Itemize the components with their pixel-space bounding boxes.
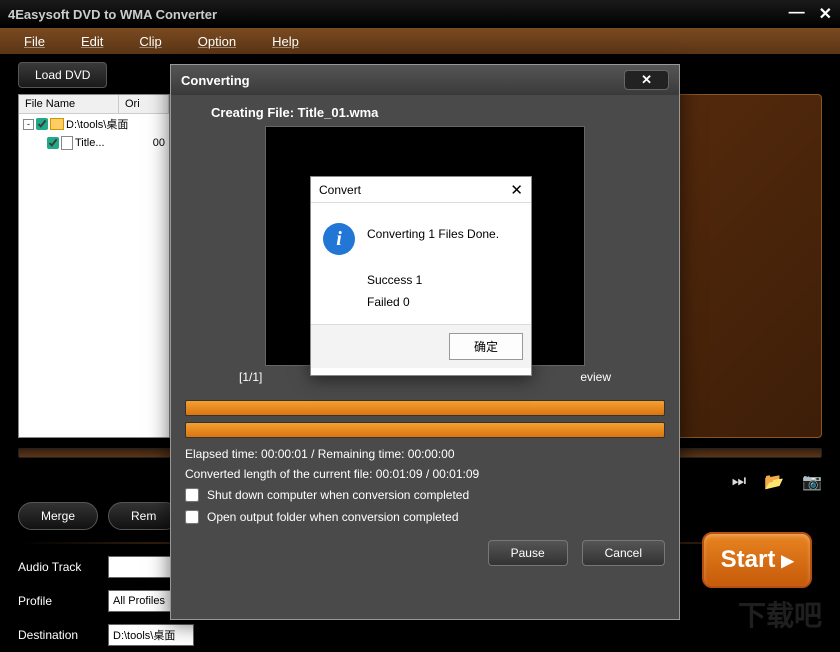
app-title: 4Easysoft DVD to WMA Converter xyxy=(8,7,217,22)
profile-label: Profile xyxy=(18,594,98,608)
alert-message: Converting 1 Files Done. Success 1 Faile… xyxy=(367,223,499,314)
menubar: File Edit Clip Option Help xyxy=(0,28,840,54)
open-folder-icon[interactable]: 📂 xyxy=(764,472,784,492)
alert-title: Convert xyxy=(319,183,361,197)
file-row-parent[interactable]: - D:\tools\桌面 xyxy=(19,114,169,134)
overall-progress-bar xyxy=(185,400,665,416)
minimize-button[interactable]: — xyxy=(789,4,805,24)
alert-dialog: Convert ✕ i Converting 1 Files Done. Suc… xyxy=(310,176,532,376)
file-list-header: File Name Ori xyxy=(19,95,169,114)
menu-clip[interactable]: Clip xyxy=(139,34,161,49)
file-progress-bar xyxy=(185,422,665,438)
file-label: Title... xyxy=(75,137,105,149)
menu-option[interactable]: Option xyxy=(198,34,236,49)
pause-button[interactable]: Pause xyxy=(488,540,568,566)
converting-titlebar: Converting ✕ xyxy=(171,65,679,95)
start-button[interactable]: Start ▸ xyxy=(702,532,812,588)
creating-file-label: Creating File: Title_01.wma xyxy=(211,101,639,126)
audio-track-label: Audio Track xyxy=(18,560,98,574)
file-checkbox[interactable] xyxy=(36,118,48,130)
converting-title: Converting xyxy=(181,73,250,88)
merge-button[interactable]: Merge xyxy=(18,502,98,530)
alert-titlebar: Convert ✕ xyxy=(311,177,531,203)
file-label: D:\tools\桌面 xyxy=(66,116,128,132)
play-icon: ▸ xyxy=(781,546,793,575)
ok-button[interactable]: 确定 xyxy=(449,333,523,360)
converting-close-button[interactable]: ✕ xyxy=(624,70,669,90)
menu-edit[interactable]: Edit xyxy=(81,34,103,49)
cancel-button[interactable]: Cancel xyxy=(582,540,665,566)
shutdown-checkbox-row[interactable]: Shut down computer when conversion compl… xyxy=(171,484,679,506)
folder-icon xyxy=(50,118,64,130)
window-controls: — ✕ xyxy=(789,4,832,24)
file-icon xyxy=(61,136,73,150)
alert-footer: 确定 xyxy=(311,324,531,368)
file-row-child[interactable]: Title... 00 xyxy=(19,134,169,152)
remove-button[interactable]: Rem xyxy=(108,502,179,530)
converting-buttons: Pause Cancel xyxy=(171,528,679,578)
open-folder-checkbox[interactable] xyxy=(185,510,199,524)
destination-input[interactable] xyxy=(108,624,194,646)
menu-help[interactable]: Help xyxy=(272,34,299,49)
menu-file[interactable]: File xyxy=(24,34,45,49)
load-dvd-button[interactable]: Load DVD xyxy=(18,62,107,88)
file-list-panel: File Name Ori - D:\tools\桌面 Title... 00 xyxy=(18,94,170,438)
destination-label: Destination xyxy=(18,628,98,642)
elapsed-time-label: Elapsed time: 00:00:01 / Remaining time:… xyxy=(171,444,679,464)
snapshot-icon[interactable]: 📷 xyxy=(802,472,822,492)
col-orig[interactable]: Ori xyxy=(119,95,169,113)
destination-row: Destination xyxy=(0,618,840,652)
close-button[interactable]: ✕ xyxy=(819,4,832,24)
shutdown-checkbox[interactable] xyxy=(185,488,199,502)
open-folder-checkbox-row[interactable]: Open output folder when conversion compl… xyxy=(171,506,679,528)
preview-label: eview xyxy=(580,370,611,384)
file-extra: 00 xyxy=(153,137,165,149)
file-checkbox[interactable] xyxy=(47,137,59,149)
tree-toggle-icon[interactable]: - xyxy=(23,119,34,130)
converted-length-label: Converted length of the current file: 00… xyxy=(171,464,679,484)
next-icon[interactable]: ⏭ xyxy=(732,473,746,491)
info-icon: i xyxy=(323,223,355,255)
alert-close-button[interactable]: ✕ xyxy=(510,181,523,199)
progress-counter: [1/1] xyxy=(239,370,262,384)
col-filename[interactable]: File Name xyxy=(19,95,119,113)
titlebar: 4Easysoft DVD to WMA Converter — ✕ xyxy=(0,0,840,28)
